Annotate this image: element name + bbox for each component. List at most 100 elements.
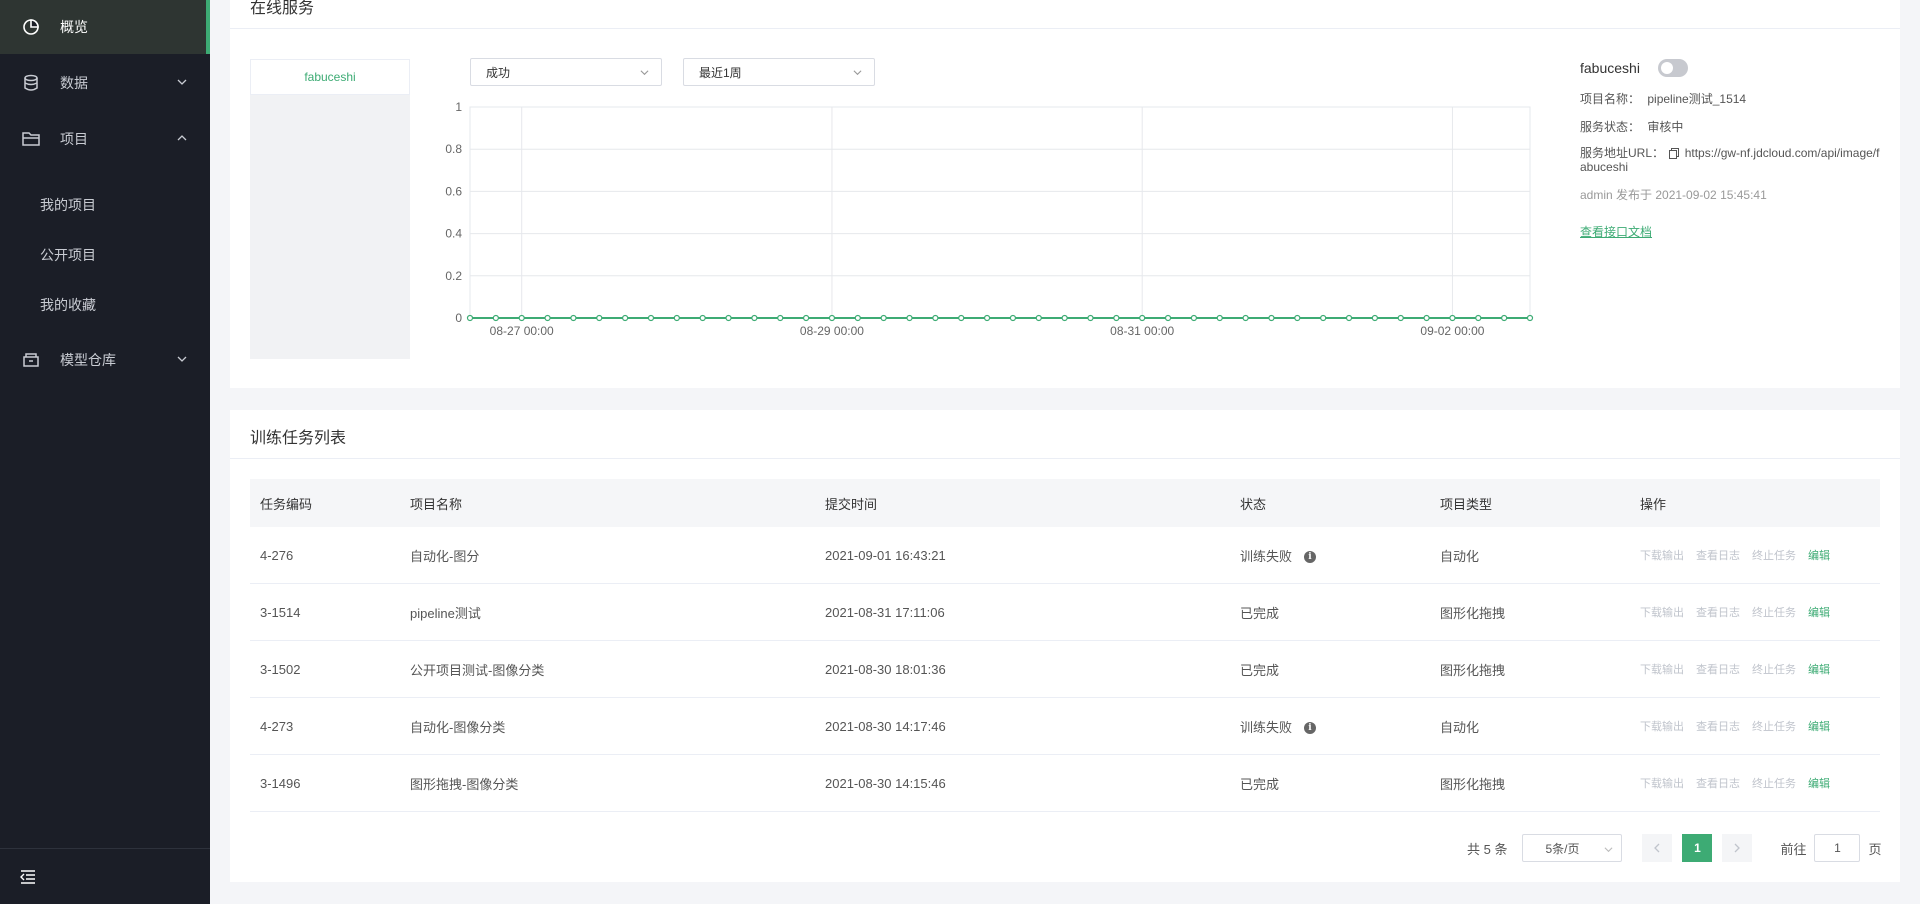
row-actions: 下载输出 查看日志 终止任务 编辑 (1630, 775, 1880, 791)
sidebar-item-model-repo[interactable]: 模型仓库 (0, 333, 210, 387)
sidebar-item-label: 概览 (60, 19, 88, 35)
download-output-button[interactable]: 下载输出 (1640, 721, 1684, 733)
row-actions: 下载输出 查看日志 终止任务 编辑 (1630, 661, 1880, 677)
service-list-item[interactable]: fabuceshi (250, 59, 410, 95)
download-output-button[interactable]: 下载输出 (1640, 664, 1684, 676)
panel-title: 训练任务列表 (250, 430, 347, 447)
sidebar-item-project[interactable]: 项目 (0, 112, 210, 166)
stop-task-button[interactable]: 终止任务 (1752, 778, 1796, 790)
edit-button[interactable]: 编辑 (1808, 664, 1830, 676)
data-point (466, 314, 474, 322)
data-point (932, 314, 939, 322)
chevron-left-icon (1654, 843, 1660, 853)
status-text: 训练失败 (1240, 719, 1293, 735)
prev-page-button[interactable] (1642, 834, 1673, 862)
sidebar-item-overview[interactable]: 概览 (0, 0, 210, 54)
data-point (1087, 314, 1094, 322)
data-point (1139, 314, 1146, 322)
x-tick-label: 09-02 00:00 (1420, 324, 1484, 338)
chevron-down-icon (1604, 847, 1613, 853)
api-doc-link[interactable]: 查看接口文档 (1580, 225, 1652, 239)
column-header: 任务编码 (260, 496, 313, 512)
data-point (854, 314, 861, 322)
view-log-button[interactable]: 查看日志 (1696, 778, 1740, 790)
project-type: 图形化拖拽 (1440, 605, 1506, 621)
data-point (699, 314, 706, 322)
sidebar-collapse-button[interactable] (0, 848, 210, 904)
task-status: 已完成 (1230, 774, 1430, 793)
url-value-line1: https://gw-nf.jdcloud.com/api/image/f (1684, 146, 1880, 160)
copy-icon[interactable] (1669, 148, 1680, 160)
sidebar-subitem-my-projects[interactable]: 我的项目 (0, 185, 210, 225)
panel-title: 在线服务 (250, 0, 315, 17)
sidebar-subitem-label: 我的收藏 (40, 297, 96, 313)
data-point (596, 314, 603, 322)
sidebar-item-label: 模型仓库 (60, 352, 116, 368)
data-point (725, 314, 732, 322)
sidebar-subitem-label: 我的项目 (40, 197, 96, 213)
project-name: 自动化-图分 (410, 548, 480, 564)
goto-page-input[interactable] (1814, 834, 1861, 862)
sidebar-item-data[interactable]: 数据 (0, 56, 210, 110)
submit-time: 2021-08-30 18:01:36 (825, 661, 946, 677)
x-tick-label: 08-27 00:00 (490, 324, 554, 338)
folder-icon (22, 130, 40, 148)
view-log-button[interactable]: 查看日志 (1696, 550, 1740, 562)
data-point (751, 314, 758, 322)
data-point (802, 314, 810, 322)
url-label: 服务地址URL： (1580, 146, 1665, 160)
download-output-button[interactable]: 下载输出 (1640, 550, 1684, 562)
x-tick-label: 08-31 00:00 (1110, 324, 1174, 338)
info-icon[interactable]: i (1304, 551, 1317, 564)
stop-task-button[interactable]: 终止任务 (1752, 607, 1796, 619)
table-header: 任务编码 项目名称 提交时间 状态 项目类型 操作 (250, 479, 1880, 527)
publish-info: admin 发布于 2021-09-02 15:45:41 (1580, 188, 1767, 202)
download-output-button[interactable]: 下载输出 (1640, 607, 1684, 619)
submit-time: 2021-08-30 14:17:46 (825, 718, 946, 734)
data-point (492, 314, 499, 322)
task-id: 4-273 (260, 718, 294, 734)
total-count: 共 5 条 (1467, 841, 1508, 857)
status-text: 训练失败 (1240, 548, 1293, 564)
data-point (544, 314, 551, 322)
service-info: fabuceshi 项目名称： pipeline测试_1514 服务状态： 审核… (1580, 58, 1900, 240)
next-page-button[interactable] (1722, 834, 1753, 862)
sidebar-subitem-public-projects[interactable]: 公开项目 (0, 235, 210, 275)
data-point (1009, 314, 1017, 322)
data-point (1164, 314, 1172, 322)
edit-button[interactable]: 编辑 (1808, 607, 1830, 619)
sidebar-subitem-favorites[interactable]: 我的收藏 (0, 285, 210, 325)
edit-button[interactable]: 编辑 (1808, 550, 1830, 562)
row-actions: 下载输出 查看日志 终止任务 编辑 (1630, 604, 1880, 620)
stop-task-button[interactable]: 终止任务 (1752, 721, 1796, 733)
stop-task-button[interactable]: 终止任务 (1752, 664, 1796, 676)
range-select[interactable]: 最近1周 (683, 58, 875, 86)
view-log-button[interactable]: 查看日志 (1696, 607, 1740, 619)
edit-button[interactable]: 编辑 (1808, 721, 1830, 733)
page-size-select[interactable]: 5条/页 (1522, 834, 1623, 862)
stop-task-button[interactable]: 终止任务 (1752, 550, 1796, 562)
info-icon[interactable]: i (1304, 722, 1317, 735)
task-status: 已完成 (1230, 603, 1430, 622)
chart-grid (469, 106, 1531, 319)
task-id: 3-1502 (260, 661, 301, 677)
data-point (1371, 314, 1378, 322)
page-number-current[interactable]: 1 (1682, 834, 1713, 862)
task-status: 已完成 (1230, 660, 1430, 679)
project-type: 图形化拖拽 (1440, 662, 1506, 678)
service-toggle[interactable] (1657, 59, 1688, 77)
sidebar-item-label: 数据 (60, 75, 88, 91)
sidebar-subitem-label: 公开项目 (40, 247, 96, 263)
training-table: 任务编码 项目名称 提交时间 状态 项目类型 操作 4-276 自动化-图分 202… (250, 479, 1880, 812)
data-point (1501, 314, 1508, 322)
view-log-button[interactable]: 查看日志 (1696, 664, 1740, 676)
status-select[interactable]: 成功 (470, 58, 662, 86)
edit-button[interactable]: 编辑 (1808, 778, 1830, 790)
view-log-button[interactable]: 查看日志 (1696, 721, 1740, 733)
chevron-down-icon (177, 79, 187, 85)
download-output-button[interactable]: 下载输出 (1640, 778, 1684, 790)
goto-suffix: 页 (1868, 841, 1882, 857)
data-point (647, 314, 655, 322)
project-name: pipeline测试 (410, 605, 481, 621)
project-value: pipeline测试_1514 (1647, 92, 1747, 106)
